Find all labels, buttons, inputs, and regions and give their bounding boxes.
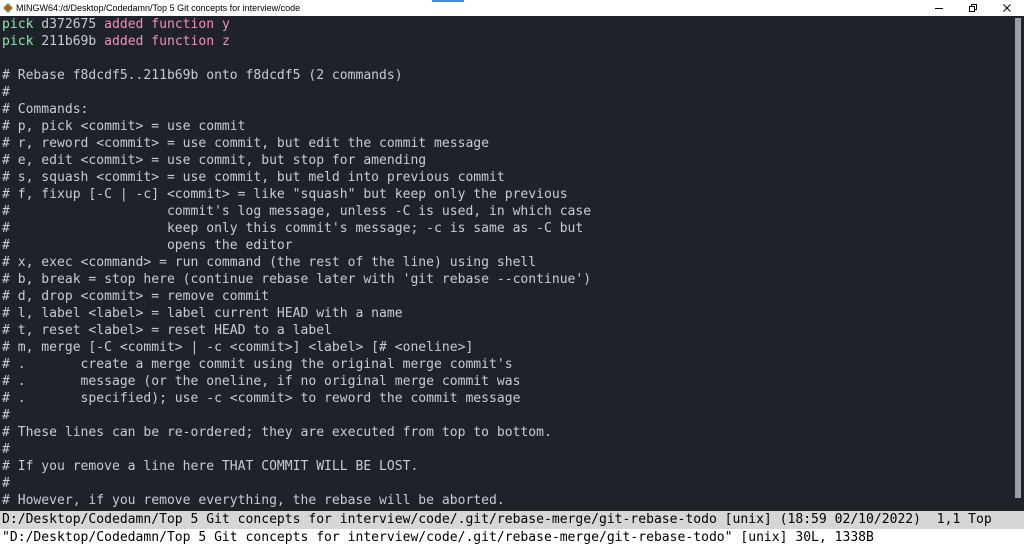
titlebar-highlight	[432, 0, 464, 2]
comment-line: #	[2, 85, 10, 100]
maximize-button[interactable]	[956, 0, 990, 16]
mingw-terminal-icon	[3, 3, 13, 13]
comment-line: # However, if you remove everything, the…	[2, 493, 505, 508]
comment-line: # p, pick <commit> = use commit	[2, 119, 246, 134]
comment-line: # opens the editor	[2, 238, 293, 253]
commit-hash: 211b69b	[41, 34, 97, 49]
minimize-icon	[935, 8, 943, 9]
comment-line: # keep only this commit's message; -c is…	[2, 221, 584, 236]
todo-line-pick-2[interactable]: pick 211b69b added function z	[2, 33, 230, 50]
comment-line: # r, reword <commit> = use commit, but e…	[2, 136, 490, 151]
vim-status-line: D:/Desktop/Codedamn/Top 5 Git concepts f…	[0, 511, 1024, 529]
comment-line: # These lines can be re-ordered; they ar…	[2, 425, 552, 440]
comment-line: # . message (or the oneline, if no origi…	[2, 374, 521, 389]
comment-line: # m, merge [-C <commit> | -c <commit>] <…	[2, 340, 474, 355]
comment-line: # f, fixup [-C | -c] <commit> = like "sq…	[2, 187, 568, 202]
restore-icon	[969, 4, 977, 12]
comment-line: #	[2, 476, 10, 491]
comment-line: # . specified); use -c <commit> to rewor…	[2, 391, 521, 406]
comment-line: # . create a merge commit using the orig…	[2, 357, 513, 372]
todo-line-pick-1[interactable]: pick d372675 added function y	[2, 16, 230, 33]
comment-line: # b, break = stop here (continue rebase …	[2, 272, 592, 287]
comment-line: # commit's log message, unless -C is use…	[2, 204, 592, 219]
commit-message: added function y	[104, 17, 230, 32]
comment-line: # t, reset <label> = reset HEAD to a lab…	[2, 323, 332, 338]
pick-keyword: pick	[2, 34, 34, 49]
comment-line: # x, exec <command> = run command (the r…	[2, 255, 537, 270]
window-title: MINGW64:/d/Desktop/Codedamn/Top 5 Git co…	[16, 3, 301, 13]
comment-line: # If you remove a line here THAT COMMIT …	[2, 459, 419, 474]
comment-line: # l, label <label> = label current HEAD …	[2, 306, 403, 321]
comment-line: # d, drop <commit> = remove commit	[2, 289, 270, 304]
pick-keyword: pick	[2, 17, 34, 32]
close-button[interactable]	[990, 0, 1024, 16]
command-line-message: "D:/Desktop/Codedamn/Top 5 Git concepts …	[2, 530, 874, 545]
close-icon	[1003, 4, 1011, 12]
vim-command-line[interactable]: "D:/Desktop/Codedamn/Top 5 Git concepts …	[0, 529, 1024, 547]
status-line-text: D:/Desktop/Codedamn/Top 5 Git concepts f…	[2, 512, 992, 527]
terminal-scrollbar[interactable]	[1012, 16, 1024, 511]
vim-editor-buffer[interactable]: pick d372675 added function y pick 211b6…	[0, 16, 1012, 511]
comment-line: #	[2, 408, 10, 423]
comment-line: # Commands:	[2, 102, 89, 117]
scrollbar-thumb[interactable]	[1015, 18, 1021, 498]
commit-message: added function z	[104, 34, 230, 49]
comment-line: # Rebase f8dcdf5..211b69b onto f8dcdf5 (…	[2, 68, 403, 83]
comment-line: # s, squash <commit> = use commit, but m…	[2, 170, 505, 185]
window-titlebar[interactable]: MINGW64:/d/Desktop/Codedamn/Top 5 Git co…	[0, 0, 1024, 16]
minimize-button[interactable]	[922, 0, 956, 16]
comment-line: # e, edit <commit> = use commit, but sto…	[2, 153, 427, 168]
commit-hash: d372675	[41, 17, 97, 32]
comment-line: #	[2, 442, 10, 457]
